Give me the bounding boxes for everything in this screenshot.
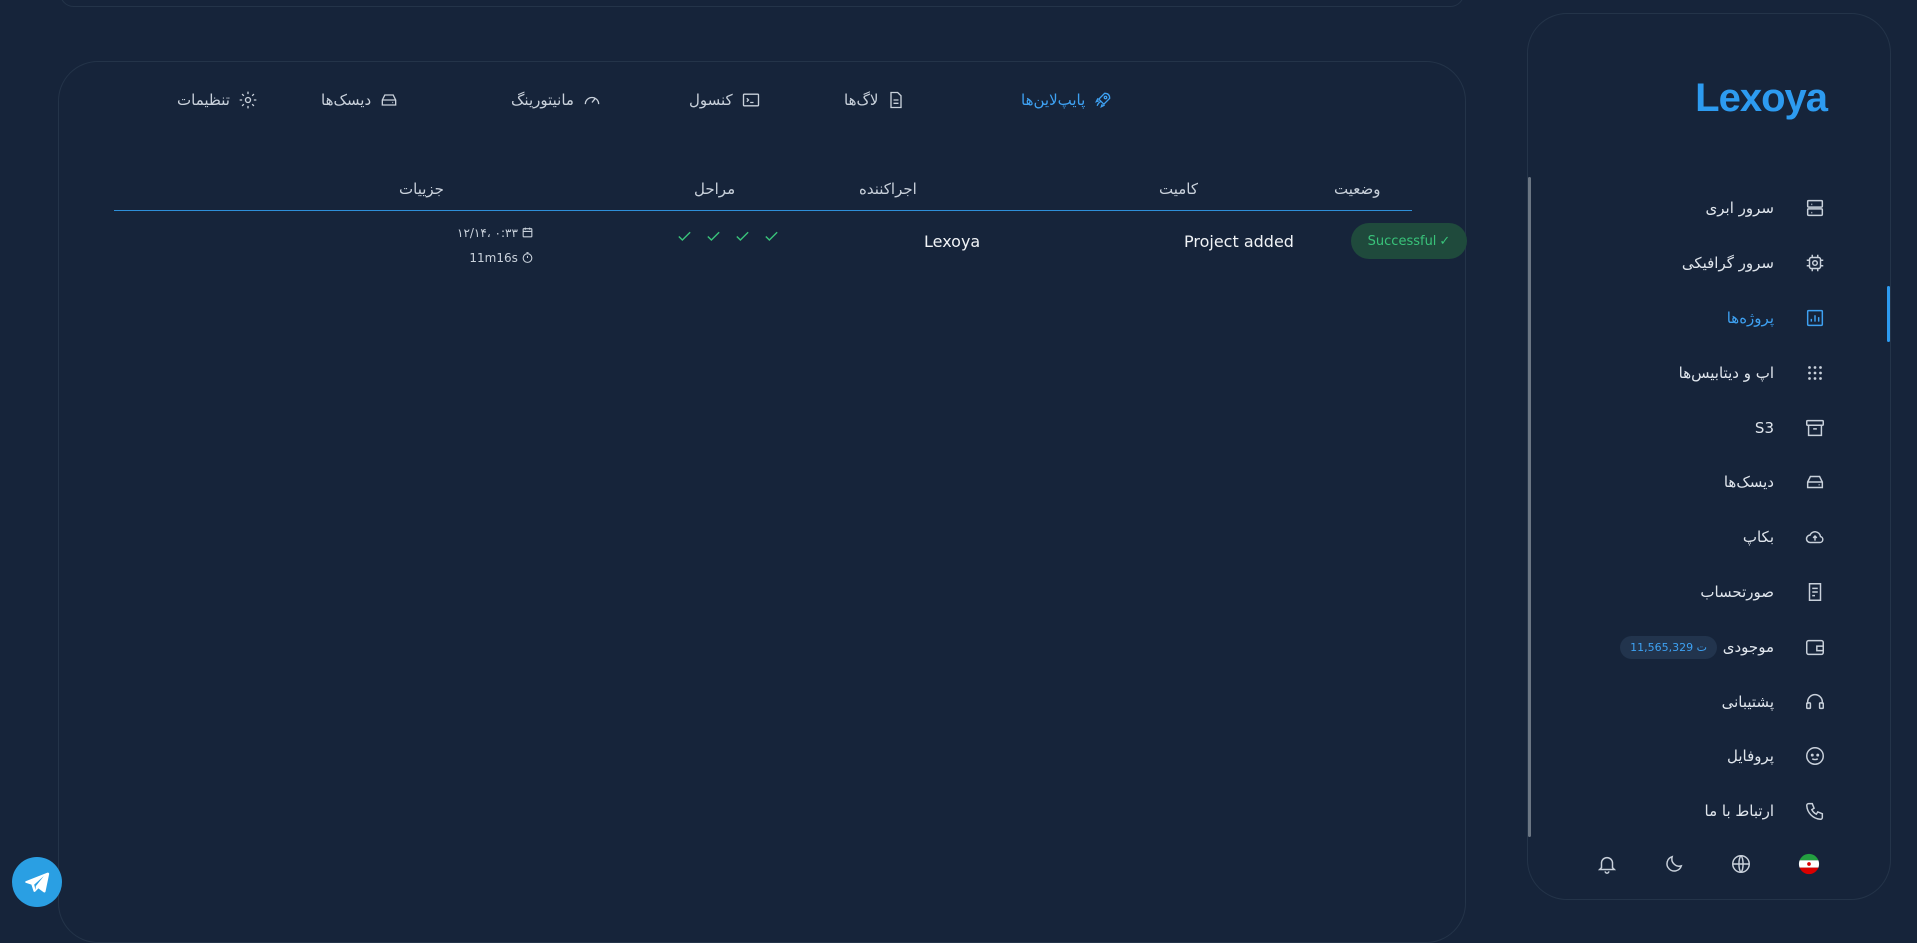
sidebar-item-label: دیسک‌ها	[1723, 473, 1774, 491]
cloud-upload-icon	[1805, 531, 1824, 544]
globe-icon[interactable]	[1730, 853, 1752, 875]
sidebar-footer	[1527, 838, 1889, 898]
table-row[interactable]: Successful ✓ Project added Lexoya ۱۲/۱۴،…	[114, 220, 1467, 280]
sidebar-item-label: سرور ابری	[1705, 199, 1774, 217]
phone-icon	[1806, 802, 1824, 820]
run-duration-text: 11m16s	[469, 250, 518, 265]
rocket-icon	[1095, 92, 1111, 108]
status-badge-label: Successful	[1367, 233, 1437, 249]
receipt-icon	[1808, 583, 1822, 601]
sidebar-item-label: اپ و دیتابیس‌ها	[1678, 364, 1774, 382]
tab-disks-label: دیسک‌ها	[321, 91, 372, 109]
sidebar-item-label: پروژه‌ها	[1726, 309, 1774, 327]
header-runner: اجراکننده	[859, 180, 917, 198]
telegram-button[interactable]	[12, 857, 62, 907]
sidebar-item-disks[interactable]: دیسک‌ها	[1528, 460, 1890, 504]
disk-icon	[381, 94, 397, 106]
tab-settings[interactable]: تنظیمات	[177, 90, 258, 110]
tab-settings-label: تنظیمات	[177, 91, 230, 109]
calendar-icon	[522, 227, 533, 238]
moon-icon[interactable]	[1663, 853, 1685, 875]
header-status: وضعیت	[1334, 180, 1381, 198]
tab-logs[interactable]: لاگ‌ها	[844, 90, 906, 110]
sidebar-item-label: بکاپ	[1742, 528, 1774, 546]
step-check-icon	[736, 231, 749, 242]
gear-icon	[239, 91, 257, 109]
sidebar-item-label: سرور گرافیکی	[1681, 254, 1774, 272]
run-details: ۱۲/۱۴، ۰:۳۳ 11m16s	[457, 220, 534, 270]
file-text-icon	[890, 91, 903, 109]
sidebar-item-label: پشتیبانی	[1721, 693, 1774, 711]
telegram-icon	[25, 872, 50, 893]
flag-iran-icon[interactable]	[1798, 853, 1820, 875]
sidebar-item-projects[interactable]: پروژه‌ها	[1528, 286, 1890, 342]
sidebar-item-support[interactable]: پشتیبانی	[1528, 680, 1890, 724]
active-indicator	[1887, 286, 1890, 342]
tab-bar: پایپ‌لاین‌ها لاگ‌ها کنسول مانیتورینگ دیس…	[59, 90, 1465, 136]
status-badge: Successful ✓	[1351, 223, 1467, 259]
sidebar-item-label: موجودی	[1722, 638, 1774, 656]
header-steps: مراحل	[694, 180, 736, 198]
run-date: ۱۲/۱۴، ۰:۳۳	[457, 220, 534, 245]
sidebar-item-apps-databases[interactable]: اپ و دیتابیس‌ها	[1528, 351, 1890, 395]
run-duration: 11m16s	[457, 245, 534, 270]
bell-icon[interactable]	[1596, 853, 1618, 875]
sidebar-item-backup[interactable]: بکاپ	[1528, 515, 1890, 559]
step-check-icon	[678, 231, 691, 242]
header-details: جزییات	[399, 180, 444, 198]
tab-pipelines-label: پایپ‌لاین‌ها	[1021, 91, 1086, 109]
tab-disks[interactable]: دیسک‌ها	[321, 90, 399, 110]
tab-console-label: کنسول	[689, 91, 733, 109]
tab-monitoring-label: مانیتورینگ	[511, 91, 574, 109]
page-scrollbar-track[interactable]	[1908, 0, 1917, 922]
sidebar-item-contact[interactable]: ارتباط با ما	[1528, 789, 1890, 833]
gpu-icon	[1806, 254, 1824, 272]
steps-list	[676, 228, 780, 245]
sidebar: Lexoya سرور ابری سرور گرافیکی پروژه‌ها ا…	[1527, 13, 1891, 900]
sidebar-item-balance[interactable]: 11,565,329 ت موجودی	[1528, 625, 1890, 669]
chart-icon	[1806, 309, 1824, 327]
disk-icon	[1806, 475, 1824, 489]
balance-badge: 11,565,329 ت	[1620, 635, 1717, 659]
step-check-icon	[765, 231, 778, 242]
header-commit: کامیت	[1159, 180, 1199, 198]
sidebar-item-s3[interactable]: S3	[1528, 406, 1890, 450]
step-check-icon	[707, 231, 720, 242]
wallet-icon	[1806, 639, 1824, 656]
face-icon	[1806, 747, 1824, 765]
sidebar-item-profile[interactable]: پروفایل	[1528, 734, 1890, 778]
sidebar-item-gpu-server[interactable]: سرور گرافیکی	[1528, 241, 1890, 285]
gauge-icon	[584, 96, 600, 105]
tab-console[interactable]: کنسول	[689, 90, 761, 110]
tab-logs-label: لاگ‌ها	[844, 91, 879, 109]
commit-message: Project added	[1184, 232, 1294, 251]
grid-icon	[1808, 366, 1822, 380]
run-date-text: ۱۲/۱۴، ۰:۳۳	[457, 225, 518, 240]
sidebar-item-label: پروفایل	[1727, 747, 1774, 765]
table-header: وضعیت کامیت اجراکننده مراحل جزییات	[114, 170, 1412, 211]
pipelines-panel: پایپ‌لاین‌ها لاگ‌ها کنسول مانیتورینگ دیس…	[58, 61, 1467, 943]
sidebar-item-label: ارتباط با ما	[1704, 802, 1774, 820]
sidebar-item-label: صورتحساب	[1700, 583, 1774, 601]
headset-icon	[1806, 694, 1824, 710]
tab-monitoring[interactable]: مانیتورینگ	[511, 90, 602, 110]
sidebar-item-label: S3	[1754, 419, 1774, 437]
timer-icon	[522, 252, 533, 263]
archive-icon	[1806, 419, 1824, 437]
sidebar-item-invoice[interactable]: صورتحساب	[1528, 570, 1890, 614]
tab-pipelines[interactable]: پایپ‌لاین‌ها	[1021, 90, 1113, 110]
top-card	[60, 0, 1464, 7]
logo[interactable]: Lexoya	[1695, 76, 1828, 121]
server-icon	[1806, 199, 1824, 217]
runner-name: Lexoya	[924, 232, 981, 251]
terminal-icon	[742, 93, 759, 107]
check-icon: ✓	[1439, 233, 1451, 249]
sidebar-item-cloud-server[interactable]: سرور ابری	[1528, 186, 1890, 230]
